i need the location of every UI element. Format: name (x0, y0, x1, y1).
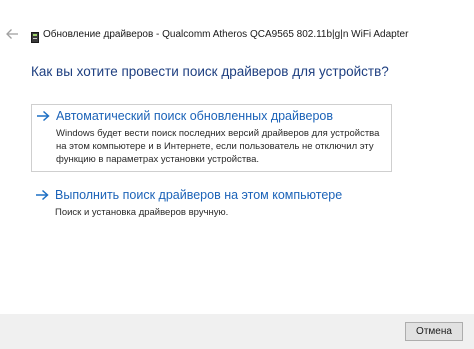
manual-search-option[interactable]: Выполнить поиск драйверов на этом компью… (31, 184, 392, 224)
cancel-button[interactable]: Отмена (405, 322, 463, 341)
device-driver-icon (31, 30, 39, 43)
page-heading: Как вы хотите провести поиск драйверов д… (31, 64, 389, 79)
auto-search-description: Windows будет вести поиск последних верс… (56, 128, 380, 165)
auto-search-title: Автоматический поиск обновленных драйвер… (56, 109, 333, 123)
window-title: Обновление драйверов - Qualcomm Atheros … (43, 29, 409, 40)
title-bar: Обновление драйверов - Qualcomm Atheros … (0, 0, 474, 60)
arrow-right-icon (36, 110, 50, 124)
arrow-right-icon (35, 189, 49, 203)
auto-search-option[interactable]: Автоматический поиск обновленных драйвер… (31, 104, 392, 172)
back-arrow-icon[interactable] (4, 27, 20, 43)
manual-search-description: Поиск и установка драйверов вручную. (55, 207, 229, 218)
dialog-footer: Отмена (0, 314, 474, 349)
manual-search-title: Выполнить поиск драйверов на этом компью… (55, 188, 343, 202)
